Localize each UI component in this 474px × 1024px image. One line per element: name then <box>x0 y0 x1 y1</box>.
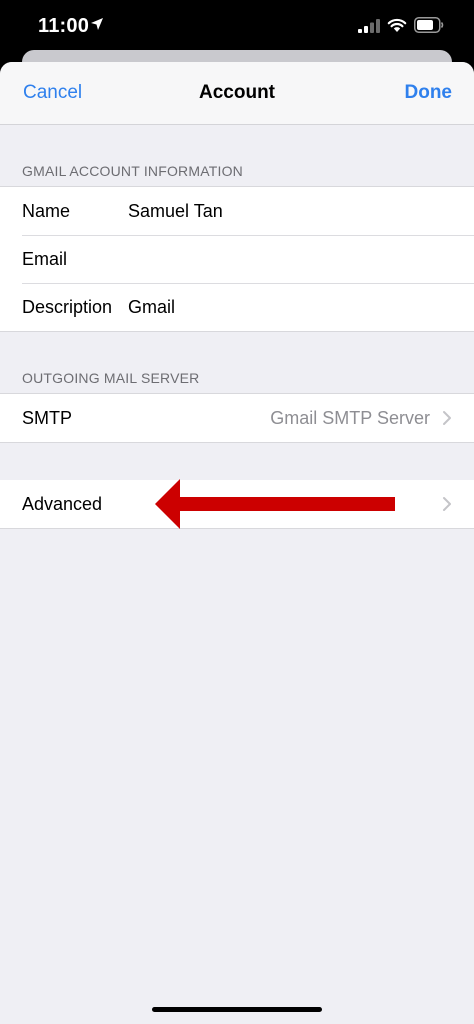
page-title: Account <box>199 82 275 103</box>
name-label: Name <box>22 201 71 221</box>
name-row[interactable]: Name Samuel Tan <box>0 187 474 235</box>
navigation-bar: Cancel Account Done <box>0 62 474 125</box>
done-button[interactable]: Done <box>405 82 453 104</box>
email-row[interactable]: Email <box>0 235 474 283</box>
location-arrow-icon <box>91 18 103 30</box>
description-row[interactable]: Description Gmail <box>0 283 474 331</box>
account-section-header: GMAIL ACCOUNT INFORMATION <box>22 163 243 179</box>
smtp-value: Gmail SMTP Server <box>270 408 430 428</box>
chevron-right-icon <box>443 497 451 511</box>
name-field[interactable]: Samuel Tan <box>128 201 223 222</box>
signal-icon <box>358 19 380 33</box>
smtp-row[interactable]: SMTP Gmail SMTP Server <box>0 394 474 442</box>
smtp-label: SMTP <box>22 408 73 428</box>
home-indicator[interactable] <box>152 1007 322 1012</box>
wifi-icon <box>387 18 407 32</box>
account-sheet: Cancel Account Done GMAIL ACCOUNT INFORM… <box>0 62 474 1024</box>
status-time: 11:00 <box>38 15 90 37</box>
battery-icon <box>414 17 444 33</box>
outgoing-server-group: SMTP Gmail SMTP Server <box>0 393 474 443</box>
outgoing-section-header: OUTGOING MAIL SERVER <box>22 370 200 386</box>
description-label: Description <box>22 297 113 317</box>
status-bar: 11:00 <box>0 0 474 52</box>
description-field[interactable]: Gmail <box>128 297 175 318</box>
email-label: Email <box>22 249 68 269</box>
advanced-label: Advanced <box>22 494 103 514</box>
chevron-right-icon <box>443 411 451 425</box>
account-info-group: Name Samuel Tan Email Description Gmail <box>0 186 474 332</box>
red-arrow-annotation <box>155 479 395 529</box>
